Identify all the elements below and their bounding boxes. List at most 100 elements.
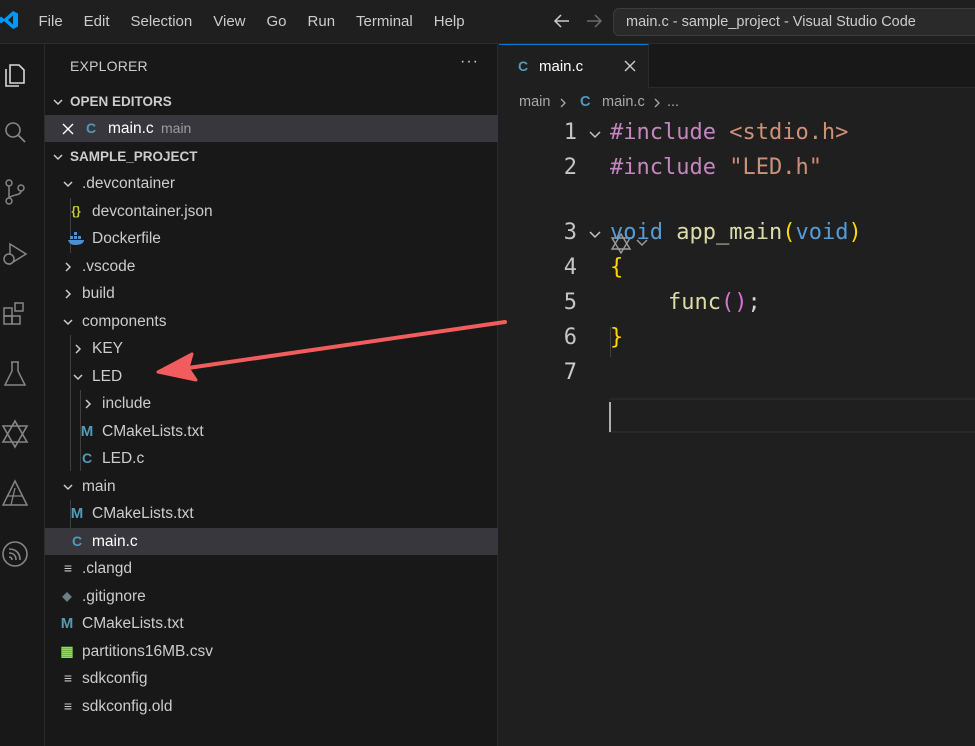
menu-view[interactable]: View (203, 0, 256, 44)
esp-idf-icon[interactable] (0, 418, 30, 450)
menu-file[interactable]: File (28, 0, 73, 44)
explorer-title: EXPLORER (70, 58, 148, 74)
tree-label: CMakeLists.txt (102, 423, 204, 440)
extensions-icon[interactable] (0, 298, 30, 330)
tree-file-dockerfile[interactable]: Dockerfile (45, 225, 498, 252)
tree-folder-main[interactable]: main (45, 473, 498, 500)
fold-chevron-icon[interactable] (587, 226, 603, 242)
tab-label: main.c (539, 58, 584, 75)
cmake-file-icon: M (60, 615, 74, 632)
run-debug-icon[interactable] (0, 238, 30, 270)
chevron-right-icon (560, 98, 566, 108)
menu-terminal[interactable]: Terminal (346, 0, 424, 44)
title-bar: File Edit Selection View Go Run Terminal… (0, 0, 975, 44)
tree-file-sdkconfig[interactable]: ≡ sdkconfig (45, 665, 498, 692)
tree-file-led-c[interactable]: C LED.c (45, 445, 498, 472)
code-token: app_main (676, 220, 783, 245)
c-file-icon: C (81, 450, 93, 466)
menu-selection[interactable]: Selection (120, 0, 203, 44)
chevron-down-icon (73, 374, 83, 381)
code-line: #include <stdio.h> (610, 120, 848, 145)
tree-folder-led[interactable]: LED (45, 363, 498, 390)
tree-file-partitions-csv[interactable]: ▦ partitions16MB.csv (45, 638, 498, 665)
tree-folder-vscode[interactable]: .vscode (45, 253, 498, 280)
code-token: void (610, 220, 663, 245)
breadcrumb-more[interactable]: ... (667, 94, 679, 110)
tree-folder-key[interactable]: KEY (45, 335, 498, 362)
tree-label: build (82, 285, 115, 302)
docker-icon (68, 232, 84, 245)
tree-folder-include[interactable]: include (45, 390, 498, 417)
tree-label: CMakeLists.txt (82, 615, 184, 632)
open-editor-folder: main (161, 120, 192, 136)
tree-label: .gitignore (82, 588, 146, 605)
forward-arrow-icon[interactable] (584, 11, 604, 31)
breadcrumb-folder[interactable]: main (519, 94, 550, 110)
menu-run[interactable]: Run (297, 0, 346, 44)
menu-edit[interactable]: Edit (73, 0, 120, 44)
chevron-right-icon (654, 98, 660, 108)
open-editors-header[interactable]: OPEN EDITORS (45, 88, 498, 115)
c-file-icon: C (71, 533, 83, 549)
breadcrumb-file[interactable]: main.c (602, 94, 645, 110)
tree-file-main-cmakelists[interactable]: M CMakeLists.txt (45, 500, 498, 527)
project-header[interactable]: SAMPLE_PROJECT (45, 143, 498, 170)
testing-icon[interactable] (0, 358, 30, 390)
tree-label: LED (92, 368, 123, 385)
code-line: void app_main(void) (610, 220, 862, 245)
json-file-icon: {} (71, 204, 81, 218)
more-actions-icon[interactable]: ··· (460, 53, 479, 71)
chevron-down-icon (53, 99, 63, 106)
code-token: ; (747, 290, 761, 315)
chevron-down-icon (63, 319, 73, 326)
menu-bar: File Edit Selection View Go Run Terminal… (28, 0, 475, 44)
tree-label: .devcontainer (82, 175, 176, 192)
espressif-icon[interactable] (0, 538, 30, 570)
tree-file-gitignore[interactable]: ◆ .gitignore (45, 583, 498, 610)
tree-file-root-cmakelists[interactable]: M CMakeLists.txt (45, 610, 498, 637)
menu-go[interactable]: Go (256, 0, 297, 44)
close-icon[interactable] (61, 122, 75, 136)
tab-main-c[interactable]: C main.c (499, 44, 649, 89)
tree-label: sdkconfig.old (82, 698, 173, 715)
atom-icon[interactable] (0, 478, 30, 510)
tab-bar: C main.c (499, 44, 975, 89)
tree-label: LED.c (102, 450, 145, 467)
tree-folder-devcontainer[interactable]: .devcontainer (45, 170, 498, 197)
chevron-down-icon (53, 154, 63, 161)
command-center[interactable]: main.c - sample_project - Visual Studio … (613, 8, 975, 36)
open-editor-item[interactable]: C main.c main (45, 115, 498, 142)
tree-label: devcontainer.json (92, 203, 213, 220)
tree-file-led-cmakelists[interactable]: M CMakeLists.txt (45, 418, 498, 445)
code-token: } (610, 325, 624, 350)
code-token: ) (848, 220, 862, 245)
chevron-down-icon (63, 484, 73, 491)
search-icon[interactable] (0, 116, 30, 148)
back-arrow-icon[interactable] (552, 11, 572, 31)
cmake-file-icon: M (80, 423, 94, 440)
chevron-right-icon (65, 289, 72, 299)
line-number: 2 (563, 155, 577, 180)
fold-chevron-icon[interactable] (587, 126, 603, 142)
tree-folder-build[interactable]: build (45, 280, 498, 307)
tree-file-clangd[interactable]: ≡ .clangd (45, 555, 498, 582)
code-token: void (795, 220, 849, 245)
tree-file-sdkconfig-old[interactable]: ≡ sdkconfig.old (45, 693, 498, 720)
tree-folder-components[interactable]: components (45, 308, 498, 335)
source-control-icon[interactable] (0, 176, 30, 208)
tree-file-main-c[interactable]: C main.c (45, 528, 498, 555)
tree-label: CMakeLists.txt (92, 505, 194, 522)
open-editors-label: OPEN EDITORS (70, 94, 172, 109)
tree-label: .clangd (82, 560, 132, 577)
tree-file-devcontainer-json[interactable]: {} devcontainer.json (45, 198, 498, 225)
csv-file-icon: ▦ (60, 643, 74, 659)
current-line-highlight (609, 398, 975, 433)
open-editor-name: main.c (108, 120, 154, 137)
tree-label: include (102, 395, 152, 412)
c-file-icon: C (518, 58, 529, 74)
menu-help[interactable]: Help (423, 0, 475, 44)
explorer-icon[interactable] (0, 58, 30, 90)
close-icon[interactable] (623, 59, 637, 73)
vscode-logo-icon[interactable] (0, 10, 18, 30)
code-token: ( (782, 220, 796, 245)
